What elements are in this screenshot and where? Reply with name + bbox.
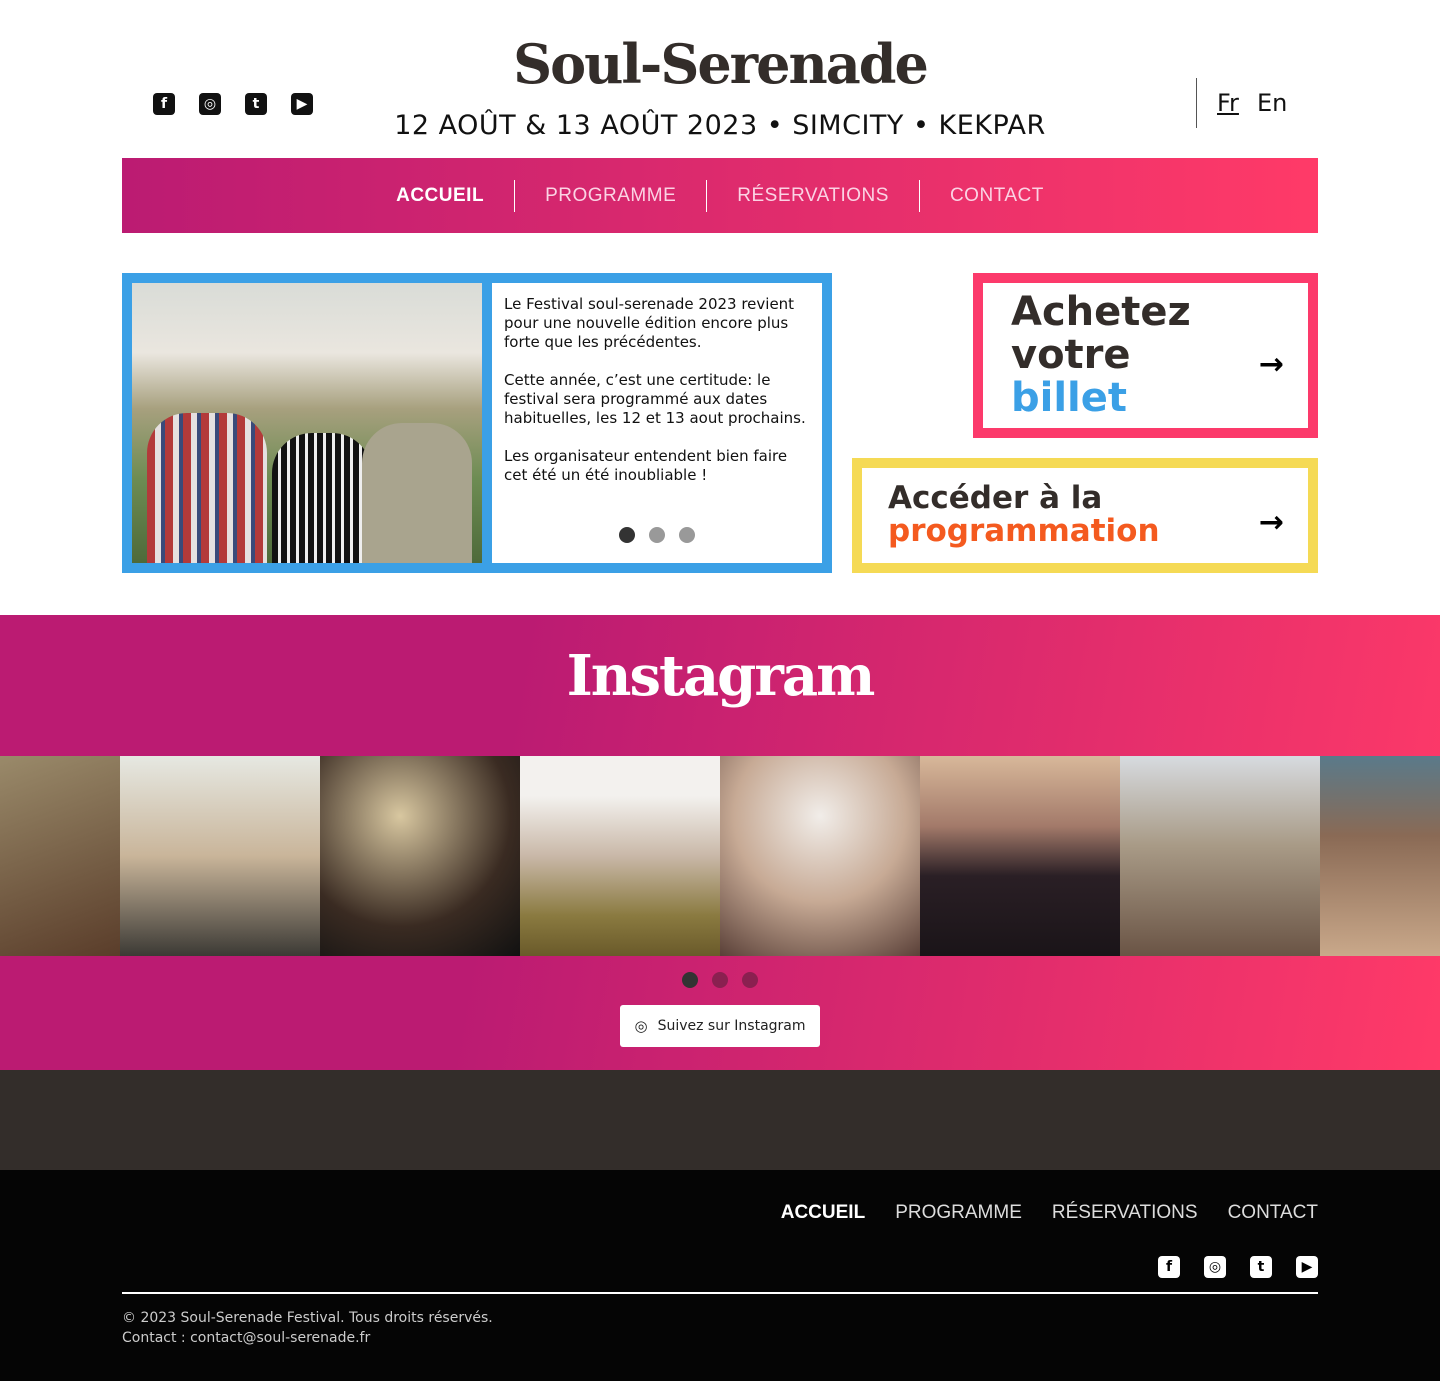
instagram-icon[interactable]: ◎ [199,93,221,115]
facebook-icon[interactable]: f [153,93,175,115]
instagram-photo[interactable] [320,756,520,956]
carousel-dot[interactable] [649,527,665,543]
instagram-photo[interactable] [520,756,720,956]
programme-card[interactable]: Accéder à la programmation → [852,458,1318,573]
hero-paragraph: Le Festival soul-serenade 2023 revient p… [504,295,795,351]
dark-band [0,1070,1440,1170]
instagram-title: Instagram [566,643,876,709]
ticket-line: votre [1011,332,1131,378]
footer: ACCUEIL PROGRAMME RÉSERVATIONS CONTACT f… [0,1170,1440,1381]
buy-ticket-card[interactable]: Achetez votre billet → [973,273,1318,438]
carousel-dot[interactable] [712,972,728,988]
carousel-dot[interactable] [619,527,635,543]
language-switcher: Fr En [1196,78,1287,128]
lang-fr[interactable]: Fr [1217,89,1239,117]
hero-paragraph: Cette année, c’est une certitude: le fes… [504,371,806,427]
instagram-section: Instagram ◎ Suivez sur Instagram [0,615,1440,1070]
instagram-icon: ◎ [634,1017,648,1035]
contact-email-link[interactable]: contact@soul-serenade.fr [190,1330,370,1346]
arrow-right-icon: → [1258,347,1284,382]
twitter-icon[interactable]: t [245,93,267,115]
footer-nav-accueil[interactable]: ACCUEIL [781,1202,865,1224]
footer-nav-contact[interactable]: CONTACT [1228,1202,1318,1224]
follow-instagram-button[interactable]: ◎ Suivez sur Instagram [620,1005,820,1047]
instagram-photo[interactable] [720,756,920,956]
main-nav: ACCUEIL PROGRAMME RÉSERVATIONS CONTACT [122,158,1318,233]
nav-reservations[interactable]: RÉSERVATIONS [706,179,919,212]
programme-line: programmation [888,513,1160,549]
youtube-icon[interactable]: ▶ [291,93,313,115]
nav-accueil[interactable]: ACCUEIL [366,180,514,212]
instagram-photo[interactable] [1120,756,1320,956]
nav-programme[interactable]: PROGRAMME [514,179,706,212]
footer-divider [122,1292,1318,1294]
footer-nav-reservations[interactable]: RÉSERVATIONS [1052,1202,1198,1224]
facebook-icon[interactable]: f [1158,1256,1180,1278]
header-social-links: f ◎ t ▶ [153,93,313,115]
copyright: © 2023 Soul-Serenade Festival. Tous droi… [122,1310,493,1326]
youtube-icon[interactable]: ▶ [1296,1256,1318,1278]
contact-label: Contact : [122,1330,191,1346]
lang-en[interactable]: En [1257,89,1287,117]
carousel-dot[interactable] [679,527,695,543]
instagram-photo[interactable] [1320,756,1440,956]
instagram-photo[interactable] [120,756,320,956]
hero-carousel: Le Festival soul-serenade 2023 revient p… [122,273,832,573]
instagram-dots [682,972,758,988]
ticket-line: billet [1011,375,1128,421]
twitter-icon[interactable]: t [1250,1256,1272,1278]
instagram-photo[interactable] [920,756,1120,956]
footer-copy: © 2023 Soul-Serenade Festival. Tous droi… [122,1308,493,1348]
nav-contact[interactable]: CONTACT [918,179,1074,212]
carousel-dots [619,527,695,543]
arrow-right-icon: → [1258,505,1284,540]
festival-crowd-photo [132,283,482,563]
programme-line: Accéder à la [888,480,1103,516]
footer-nav: ACCUEIL PROGRAMME RÉSERVATIONS CONTACT [781,1202,1318,1224]
hero-text: Le Festival soul-serenade 2023 revient p… [492,283,822,563]
hero-paragraph: Les organisateur entendent bien faire ce… [504,447,788,484]
footer-nav-programme[interactable]: PROGRAMME [895,1202,1022,1224]
instagram-icon[interactable]: ◎ [1204,1256,1226,1278]
carousel-dot[interactable] [742,972,758,988]
ticket-line: Achetez [1011,289,1191,335]
instagram-photo[interactable] [0,756,120,956]
carousel-dot[interactable] [682,972,698,988]
instagram-feed [0,756,1440,956]
follow-instagram-label: Suivez sur Instagram [657,1018,806,1034]
footer-social-links: f ◎ t ▶ [1158,1256,1318,1278]
